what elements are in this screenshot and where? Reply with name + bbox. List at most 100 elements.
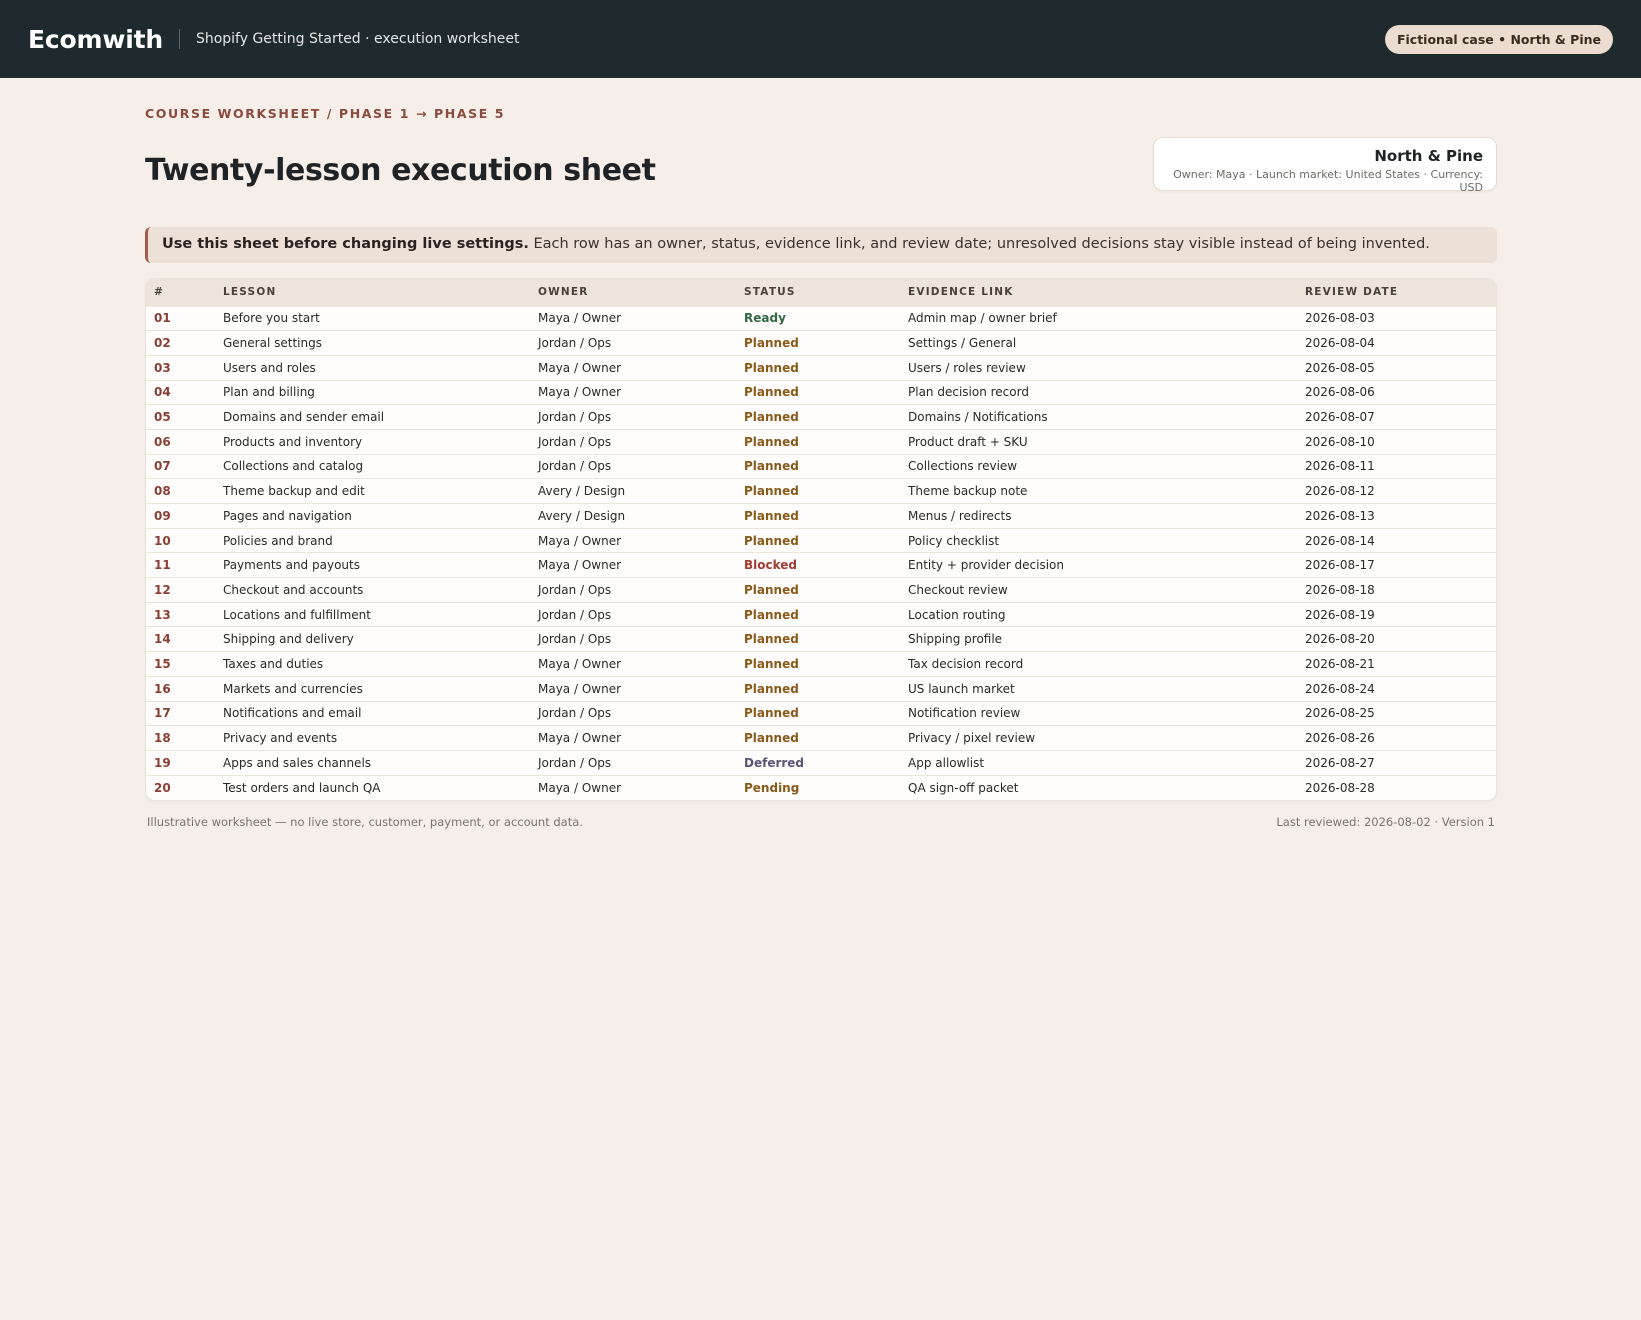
row-evidence-link[interactable]: Policy checklist — [900, 528, 1297, 553]
footer-version: Last reviewed: 2026-08-02 · Version 1 — [1276, 814, 1495, 829]
row-status: Planned — [744, 582, 799, 597]
row-owner: Jordan / Ops — [538, 632, 612, 647]
row-lesson: Taxes and duties — [223, 656, 324, 671]
case-card: North & Pine Owner: Maya · Launch market… — [1153, 137, 1497, 194]
row-review-date: 2026-08-13 — [1305, 508, 1375, 523]
col-header-evidence[interactable]: EVIDENCE LINK — [900, 279, 1297, 306]
row-evidence-link[interactable]: Collections review — [900, 454, 1297, 479]
row-evidence-link[interactable]: Tax decision record — [900, 652, 1297, 677]
row-lesson: Test orders and launch QA — [223, 780, 381, 795]
row-lesson: Domains and sender email — [223, 410, 385, 425]
row-review-date: 2026-08-17 — [1305, 558, 1375, 573]
row-review-date: 2026-08-06 — [1305, 385, 1375, 400]
row-lesson: Plan and billing — [223, 385, 315, 400]
table-row[interactable]: 02 General settings Jordan / Ops Planned Set… — [146, 330, 1496, 356]
row-evidence-link[interactable]: Privacy / pixel review — [900, 726, 1297, 751]
row-lesson: Locations and fulfillment — [223, 607, 371, 622]
table-body: 01 Before you start Maya / Owner Ready Admin… — [146, 306, 1496, 800]
row-evidence-link[interactable]: Plan decision record — [900, 380, 1297, 405]
col-header-owner[interactable]: OWNER — [530, 279, 736, 306]
table-row[interactable]: 18 Privacy and events Maya / Owner Planned P… — [146, 725, 1496, 751]
row-evidence-link[interactable]: Admin map / owner brief — [900, 306, 1297, 331]
table-header-row: # LESSON OWNER STATUS EVIDENCE LINK REVI… — [146, 279, 1496, 306]
row-status: Planned — [744, 731, 799, 746]
row-evidence-link[interactable]: Menus / redirects — [900, 504, 1297, 529]
row-number: 06 — [154, 434, 171, 449]
row-owner: Jordan / Ops — [538, 582, 612, 597]
row-number: 09 — [154, 508, 171, 523]
table-row[interactable]: 10 Policies and brand Maya / Owner Planned P… — [146, 528, 1496, 553]
row-status: Planned — [744, 459, 799, 474]
row-lesson: Checkout and accounts — [223, 582, 364, 597]
row-review-date: 2026-08-03 — [1305, 311, 1375, 326]
table-row[interactable]: 13 Locations and fulfillment Jordan / Ops P… — [146, 602, 1496, 627]
case-pill: Fictional case • North & Pine — [1384, 25, 1613, 54]
col-header-status[interactable]: STATUS — [736, 279, 900, 306]
table-row[interactable]: 17 Notifications and email Jordan / Ops Pla… — [146, 701, 1496, 726]
row-evidence-link[interactable]: Users / roles review — [900, 355, 1297, 380]
row-lesson: Before you start — [223, 311, 320, 326]
table-row[interactable]: 19 Apps and sales channels Jordan / Ops Def… — [146, 750, 1496, 775]
row-lesson: Markets and currencies — [223, 681, 363, 696]
row-evidence-link[interactable]: Settings / General — [900, 331, 1297, 356]
page-title: Twenty-lesson execution sheet — [145, 153, 656, 188]
row-status: Planned — [744, 706, 799, 721]
row-owner: Maya / Owner — [538, 558, 622, 573]
table-row[interactable]: 16 Markets and currencies Maya / Owner Plan… — [146, 676, 1496, 701]
col-header-lesson[interactable]: LESSON — [215, 279, 530, 306]
table-row[interactable]: 04 Plan and billing Maya / Owner Planned Pla… — [146, 380, 1496, 405]
table-row[interactable]: 12 Checkout and accounts Jordan / Ops Plann… — [146, 577, 1496, 603]
table-row[interactable]: 20 Test orders and launch QA Maya / Owner P… — [146, 775, 1496, 800]
lessons-table: # LESSON OWNER STATUS EVIDENCE LINK REVI… — [146, 279, 1496, 800]
brand-divider — [178, 29, 180, 49]
row-evidence-link[interactable]: QA sign-off packet — [900, 775, 1297, 800]
table-row[interactable]: 15 Taxes and duties Maya / Owner Planned Tax… — [146, 651, 1496, 677]
execution-sheet: # LESSON OWNER STATUS EVIDENCE LINK REVI… — [145, 278, 1497, 801]
row-evidence-link[interactable]: Domains / Notifications — [900, 405, 1297, 430]
row-status: Planned — [744, 336, 799, 351]
col-header-number[interactable]: # — [146, 279, 215, 306]
row-evidence-link[interactable]: Shipping profile — [900, 627, 1297, 652]
row-number: 11 — [154, 558, 171, 573]
main-content: COURSE WORKSHEET / PHASE 1 → PHASE 5 Twe… — [145, 78, 1497, 829]
row-evidence-link[interactable]: Product draft + SKU — [900, 429, 1297, 454]
brand-logo[interactable]: Ecomwith — [28, 25, 163, 54]
row-evidence-link[interactable]: Notification review — [900, 701, 1297, 726]
table-row[interactable]: 07 Collections and catalog Jordan / Ops Pla… — [146, 454, 1496, 479]
table-row[interactable]: 08 Theme backup and edit Avery / Design Pla… — [146, 478, 1496, 504]
row-owner: Maya / Owner — [538, 385, 622, 400]
table-row[interactable]: 05 Domains and sender email Jordan / Ops Pl… — [146, 404, 1496, 430]
table-row[interactable]: 14 Shipping and delivery Jordan / Ops Plann… — [146, 626, 1496, 652]
row-review-date: 2026-08-14 — [1305, 533, 1375, 548]
row-owner: Avery / Design — [538, 484, 626, 499]
row-review-date: 2026-08-12 — [1305, 484, 1375, 499]
row-evidence-link[interactable]: Theme backup note — [900, 479, 1297, 504]
row-evidence-link[interactable]: US launch market — [900, 676, 1297, 701]
row-lesson: Apps and sales channels — [223, 755, 372, 770]
row-number: 14 — [154, 632, 171, 647]
row-status: Planned — [744, 434, 799, 449]
row-number: 08 — [154, 484, 171, 499]
row-owner: Maya / Owner — [538, 656, 622, 671]
row-number: 13 — [154, 607, 171, 622]
table-row[interactable]: 03 Users and roles Maya / Owner Planned User… — [146, 355, 1496, 380]
row-status: Planned — [744, 508, 799, 523]
col-header-review-date[interactable]: REVIEW DATE — [1297, 279, 1496, 306]
row-evidence-link[interactable]: Entity + provider decision — [900, 553, 1297, 578]
table-row[interactable]: 11 Payments and payouts Maya / Owner Blocke… — [146, 552, 1496, 578]
row-status: Ready — [744, 311, 786, 326]
row-number: 20 — [154, 780, 171, 795]
table-row[interactable]: 09 Pages and navigation Avery / Design Plan… — [146, 503, 1496, 529]
table-row[interactable]: 01 Before you start Maya / Owner Ready Admin… — [146, 306, 1496, 331]
row-lesson: Products and inventory — [223, 434, 363, 449]
row-lesson: Notifications and email — [223, 706, 362, 721]
row-evidence-link[interactable]: Checkout review — [900, 578, 1297, 603]
row-evidence-link[interactable]: App allowlist — [900, 750, 1297, 775]
row-review-date: 2026-08-19 — [1305, 607, 1375, 622]
row-evidence-link[interactable]: Location routing — [900, 602, 1297, 627]
row-review-date: 2026-08-11 — [1305, 459, 1375, 474]
top-bar: Ecomwith Shopify Getting Started · execu… — [0, 0, 1641, 78]
table-row[interactable]: 06 Products and inventory Jordan / Ops Plan… — [146, 429, 1496, 454]
row-lesson: Policies and brand — [223, 533, 333, 548]
row-status: Planned — [744, 360, 799, 375]
